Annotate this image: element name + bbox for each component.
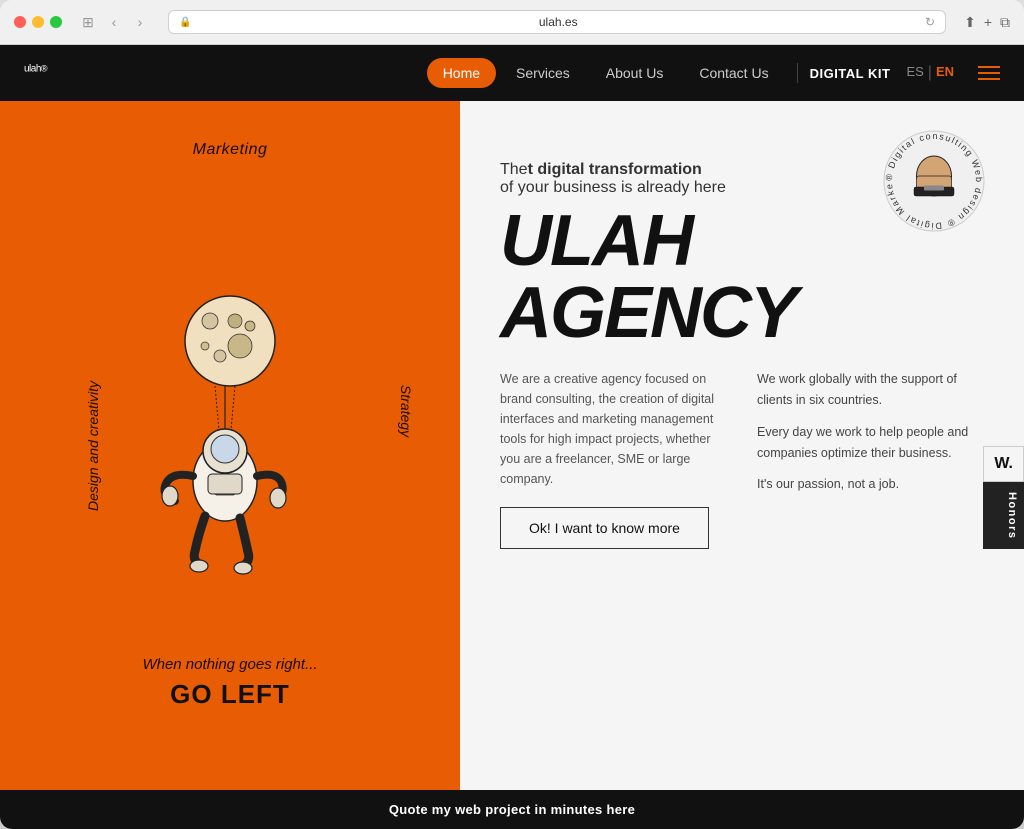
nav-about[interactable]: About Us: [590, 58, 680, 88]
browser-window: ⊞ ‹ › 🔒 ulah.es ↻ ⬆ + ⧉ ulah® Home Servi…: [0, 0, 1024, 829]
tabs-icon[interactable]: ⧉: [1000, 14, 1010, 31]
nav-services[interactable]: Services: [500, 58, 586, 88]
when-nothing-text: When nothing goes right...: [142, 656, 317, 673]
left-panel: Marketing Design and creativity Strategy: [0, 101, 460, 790]
description-columns: We are a creative agency focused on bran…: [500, 369, 984, 549]
bottom-text: When nothing goes right... GO LEFT: [142, 656, 317, 710]
browser-actions: ⬆ + ⧉: [964, 14, 1010, 31]
description-col-right: We work globally with the support of cli…: [757, 369, 984, 549]
lang-switcher: ES | EN: [906, 64, 954, 82]
marketing-label: Marketing: [193, 141, 268, 159]
footer-bar[interactable]: Quote my web project in minutes here: [0, 790, 1024, 829]
digital-kit-label[interactable]: DIGITAL KIT: [810, 66, 891, 81]
nav-divider: [797, 63, 798, 83]
new-tab-icon[interactable]: +: [984, 14, 992, 31]
forward-button[interactable]: ›: [130, 12, 150, 32]
close-button[interactable]: [14, 16, 26, 28]
design-label: Design and creativity: [85, 381, 101, 511]
lang-es[interactable]: ES: [906, 64, 923, 82]
navbar: ulah® Home Services About Us Contact Us …: [0, 45, 1024, 101]
lang-en[interactable]: EN: [936, 64, 954, 82]
nav-home[interactable]: Home: [427, 58, 496, 88]
main-content: Marketing Design and creativity Strategy: [0, 101, 1024, 790]
logo[interactable]: ulah®: [24, 60, 47, 86]
nav-contact[interactable]: Contact Us: [683, 58, 784, 88]
go-left-text: GO LEFT: [142, 679, 317, 710]
badge-honors-label[interactable]: Honors: [983, 482, 1024, 550]
circular-badge: ® Digital consulting Web design ® Digita…: [874, 121, 994, 241]
maximize-button[interactable]: [50, 16, 62, 28]
address-bar[interactable]: 🔒 ulah.es ↻: [168, 10, 946, 34]
astronaut-illustration: [90, 266, 370, 606]
minimize-button[interactable]: [32, 16, 44, 28]
nav-links: Home Services About Us Contact Us: [427, 58, 785, 88]
browser-chrome: ⊞ ‹ › 🔒 ulah.es ↻ ⬆ + ⧉: [0, 0, 1024, 45]
back-button[interactable]: ‹: [104, 12, 124, 32]
badge-w[interactable]: W.: [983, 446, 1024, 482]
hamburger-menu[interactable]: [978, 66, 1000, 80]
honors-badge: W. Honors: [983, 446, 1024, 550]
right-panel: ® Digital consulting Web design ® Digita…: [460, 101, 1024, 790]
url-text: ulah.es: [197, 15, 919, 29]
share-icon[interactable]: ⬆: [964, 14, 976, 31]
refresh-icon[interactable]: ↻: [925, 15, 935, 29]
astronaut-svg: [120, 286, 340, 586]
traffic-lights: [14, 16, 62, 28]
description-col-left: We are a creative agency focused on bran…: [500, 369, 727, 549]
browser-controls: ⊞ ‹ ›: [78, 12, 150, 32]
cta-button[interactable]: Ok! I want to know more: [500, 507, 709, 549]
window-icon[interactable]: ⊞: [78, 12, 98, 32]
lock-icon: 🔒: [179, 17, 191, 28]
strategy-label: Strategy: [398, 385, 414, 437]
